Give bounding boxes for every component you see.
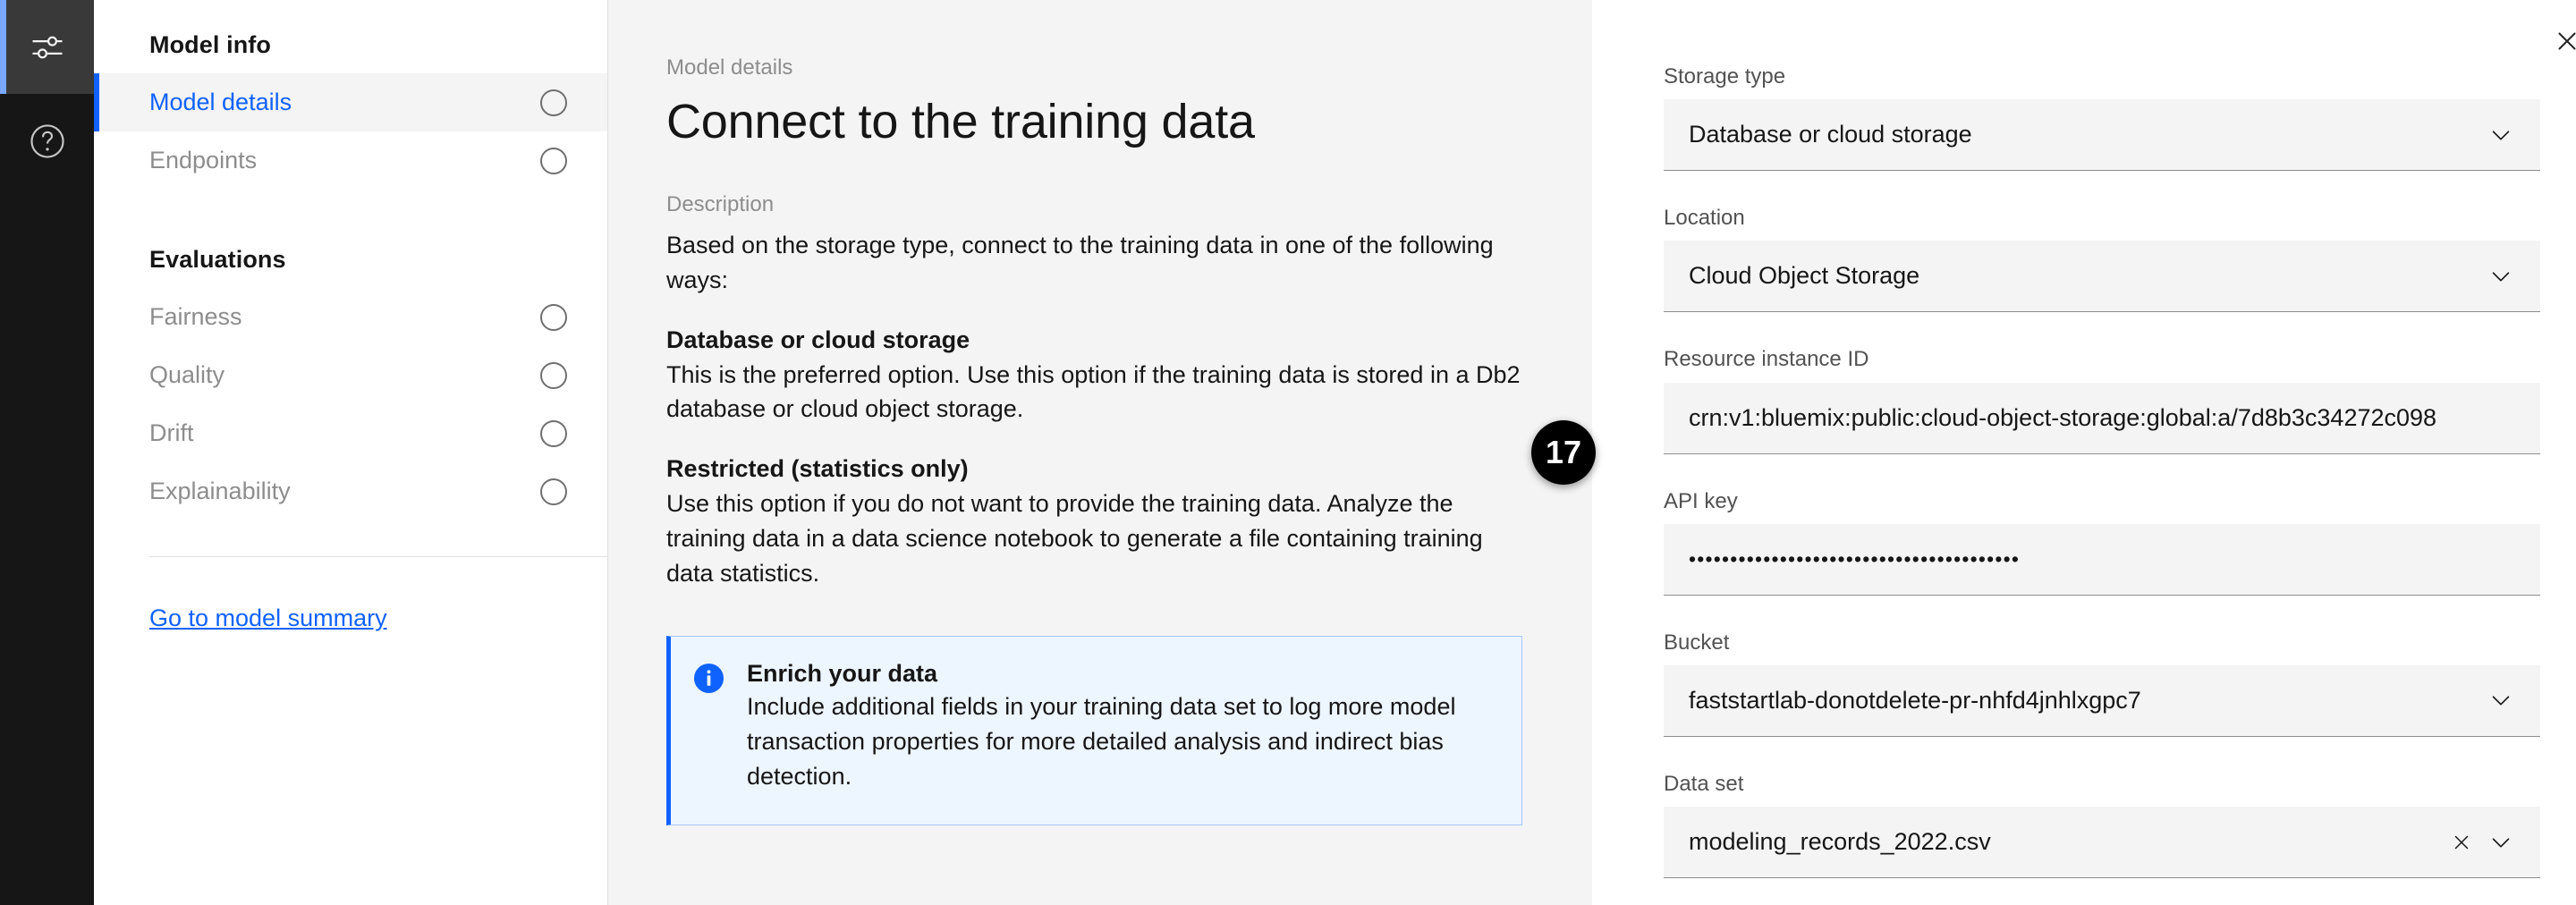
go-to-model-summary-link[interactable]: Go to model summary [149,557,387,632]
field-value: Database or cloud storage [1689,121,1972,148]
field-value: faststartlab-donotdelete-pr-nhfd4jnhlxgp… [1689,686,2141,714]
notification-text-block: Enrich your data Include additional fiel… [747,660,1495,794]
field-value: modeling_records_2022.csv [1689,828,1991,856]
field-row-data-set: Data set modeling_records_2022.csv [1592,770,2576,879]
field-row-api-key: API key ••••••••••••••••••••••••••••••••… [1592,487,2576,596]
section-body-database-or-cloud-storage: This is the preferred option. Use this o… [666,360,1521,423]
field-label: Location [1664,206,1745,231]
close-button[interactable] [2544,20,2576,66]
sidebar-item-label: Drift [149,419,194,446]
clear-icon[interactable] [2442,823,2481,862]
chevron-down-icon[interactable] [2481,681,2521,720]
step-badge: 17 [1531,420,1596,485]
status-circle-icon [540,419,567,447]
rail-item-sliders[interactable] [0,0,94,94]
sidebar-section-title-model-info: Model info [149,30,271,58]
field-data-set: Data set modeling_records_2022.csv [1664,770,2540,879]
notification-body: Include additional fields in your traini… [747,692,1456,790]
sidebar-item-label: Fairness [149,303,242,330]
page-title: Connect to the training data [666,95,1255,148]
sidebar-item-fairness[interactable]: Fairness [94,288,607,346]
field-row-bucket: Bucket faststartlab-donotdelete-pr-nhfd4… [1592,629,2576,737]
section-body-restricted: Use this option if you do not want to pr… [666,490,1483,588]
close-icon [2552,26,2576,61]
status-circle-icon [540,478,567,505]
field-label: Resource instance ID [1664,347,1869,372]
field-label: API key [1664,488,1738,513]
main-content: Model details Connect to the training da… [608,0,1592,905]
refresh-data-set-button[interactable] [2565,817,2576,867]
field-spacer [1592,312,2576,345]
field-spacer [1592,454,2576,487]
rail-item-help[interactable] [0,94,94,188]
info-notification: Enrich your data Include additional fiel… [666,635,1522,825]
description-label: Description [666,191,775,216]
select-bucket[interactable]: faststartlab-donotdelete-pr-nhfd4jnhlxgp… [1664,664,2540,737]
chevron-down-icon[interactable] [2481,115,2521,155]
field-row-location: Location Cloud Object Storage [1592,204,2576,313]
sidebar-item-label: Explainability [149,478,291,504]
field-spacer [1592,596,2576,629]
details-panel: Storage type Database or cloud storage L… [1592,0,2576,905]
sidebar-item-label: Model details [149,89,292,115]
refresh-bucket-button[interactable] [2565,676,2576,726]
input-api-key[interactable]: •••••••••••••••••••••••••••••••••••••••• [1664,523,2540,596]
sliders-icon [28,28,67,67]
field-api-key: API key ••••••••••••••••••••••••••••••••… [1664,487,2540,596]
field-row-storage-type: Storage type Database or cloud storage [1592,63,2576,172]
field-value: •••••••••••••••••••••••••••••••••••••••• [1689,546,2021,571]
description-intro: Based on the storage type, connect to th… [666,231,1494,293]
field-value: crn:v1:bluemix:public:cloud-object-stora… [1689,403,2437,431]
field-bucket: Bucket faststartlab-donotdelete-pr-nhfd4… [1664,629,2540,737]
field-label: Bucket [1664,630,1730,655]
field-spacer [1592,737,2576,770]
field-value: Cloud Object Storage [1689,262,1920,290]
status-circle-icon [540,147,567,174]
section-heading-database-or-cloud-storage: Database or cloud storage [666,326,970,353]
field-location: Location Cloud Object Storage [1664,204,2540,313]
field-label: Data set [1664,771,1744,796]
navigation-sidebar: Model info Model details Endpoints Evalu… [94,0,608,905]
sidebar-item-label: Quality [149,361,225,388]
sidebar-item-drift[interactable]: Drift [94,404,607,462]
select-storage-type[interactable]: Database or cloud storage [1664,99,2540,172]
status-circle-icon [540,303,567,331]
icon-rail [0,0,94,905]
sidebar-item-explainability[interactable]: Explainability [94,462,607,520]
select-location[interactable]: Cloud Object Storage [1664,241,2540,313]
input-resource-instance-id[interactable]: crn:v1:bluemix:public:cloud-object-stora… [1664,382,2540,454]
sidebar-item-label: Endpoints [149,147,258,173]
chevron-down-icon[interactable] [2481,257,2521,296]
status-circle-icon [540,89,567,116]
help-circle-icon [27,121,68,162]
field-spacer [1592,171,2576,204]
sidebar-section-title-evaluations: Evaluations [149,245,286,273]
section-heading-restricted: Restricted (statistics only) [666,455,969,483]
sidebar-item-endpoints[interactable]: Endpoints [94,131,607,190]
field-row-resource-instance-id: Resource instance ID crn:v1:bluemix:publ… [1592,345,2576,454]
field-resource-instance-id: Resource instance ID crn:v1:bluemix:publ… [1664,345,2540,454]
sidebar-item-model-details[interactable]: Model details [94,73,607,131]
sidebar-group-model-info: Model details Endpoints [94,73,607,190]
sidebar-item-quality[interactable]: Quality [94,346,607,404]
info-filled-icon [694,663,724,693]
select-data-set[interactable]: modeling_records_2022.csv [1664,807,2540,879]
chevron-down-icon[interactable] [2481,823,2521,862]
field-label: Storage type [1664,64,1786,89]
application-window: Model info Model details Endpoints Evalu… [0,0,2576,905]
sidebar-group-evaluations: Fairness Quality Drift Explainability [94,288,607,520]
breadcrumb: Model details [666,55,793,80]
status-circle-icon [540,361,567,389]
notification-title: Enrich your data [747,659,938,687]
field-storage-type: Storage type Database or cloud storage [1664,63,2540,172]
